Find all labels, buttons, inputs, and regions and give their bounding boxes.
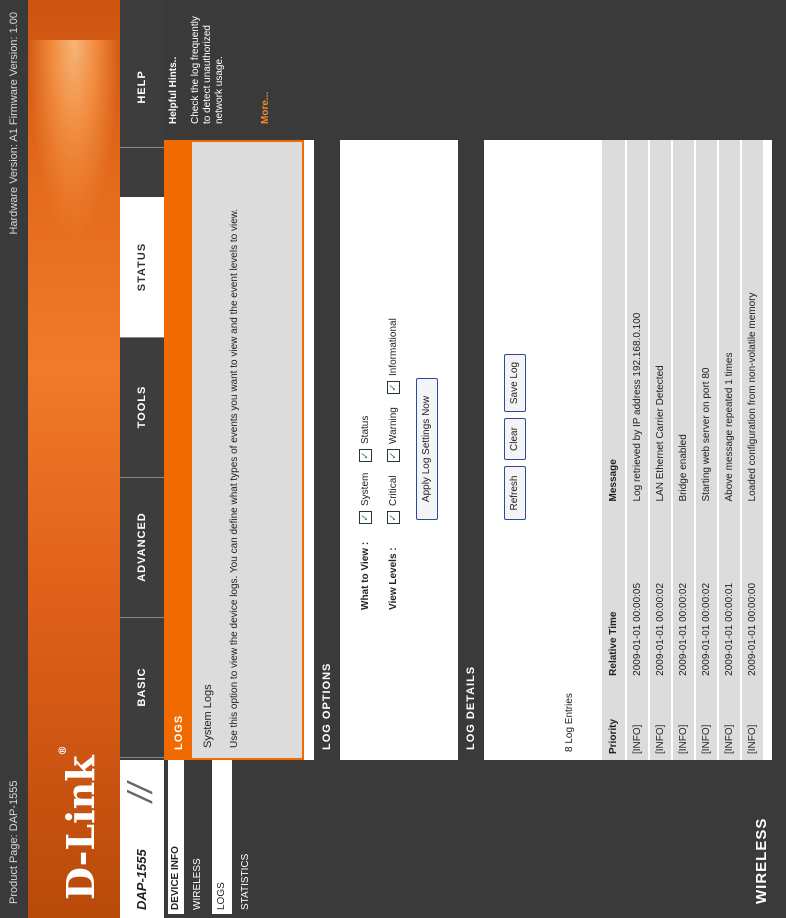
cell-time: 2009-01-01 00:00:00	[741, 507, 763, 682]
column-message: Message	[602, 140, 626, 508]
system-checkbox[interactable]: ✓	[359, 511, 372, 524]
cell-priority: [INFO]	[649, 681, 672, 760]
critical-label: Critical	[388, 475, 399, 506]
wireless-footer-logo: WIRELESS	[753, 817, 770, 904]
table-row: [INFO] 2009-01-01 00:00:00 Loaded configur…	[741, 140, 763, 760]
table-header-row: Priority Relative Time Message	[602, 140, 626, 760]
product-page-link[interactable]: Product Page: DAP-1555	[8, 780, 20, 904]
cell-time: 2009-01-01 00:00:02	[672, 507, 695, 682]
top-bar: Product Page: DAP-1555 Hardware Version:…	[0, 0, 28, 918]
dlink-logo: D-Link®	[58, 745, 103, 900]
helpful-hints-text: Check the log frequently to detect unaut…	[190, 16, 225, 124]
model-badge: DAP-1555//	[120, 760, 164, 918]
log-details-header: LOG DETAILS	[458, 140, 484, 760]
main-content: LOGS System Logs Use this option to view…	[164, 140, 772, 760]
sidebar-item-wireless[interactable]: WIRELESS	[188, 760, 208, 914]
log-table: Priority Relative Time Message [INFO] 200…	[602, 140, 763, 760]
system-label: System	[360, 472, 371, 506]
version-info: Hardware Version: A1 Firmware Version: 1…	[8, 12, 20, 235]
cell-priority: [INFO]	[718, 681, 741, 760]
table-row: [INFO] 2009-01-01 00:00:02 LAN Ethernet Ca…	[649, 140, 672, 760]
warning-label: Warning	[388, 407, 399, 444]
cell-message: Starting web server on port 80	[695, 140, 718, 508]
tab-basic[interactable]: BASIC	[120, 617, 164, 758]
log-options-header: LOG OPTIONS	[314, 140, 340, 760]
informational-checkbox[interactable]: ✓	[387, 381, 400, 394]
sidebar: DEVICE INFO WIRELESS LOGS STATISTICS WIR…	[164, 760, 786, 918]
informational-label: Informational	[388, 318, 399, 376]
rotated-page: Product Page: DAP-1555 Hardware Version:…	[0, 0, 786, 918]
tab-help[interactable]: HELP	[120, 27, 164, 148]
clear-button[interactable]: Clear	[504, 418, 526, 460]
table-row: [INFO] 2009-01-01 00:00:05 Log retrieved b…	[626, 140, 649, 760]
banner-swoosh	[28, 40, 120, 240]
tab-status[interactable]: STATUS	[120, 197, 164, 338]
critical-checkbox[interactable]: ✓	[387, 511, 400, 524]
cell-message: Above message repeated 1 times	[718, 140, 741, 508]
helpful-hints-title: Helpful Hints..	[168, 56, 179, 124]
status-checkbox[interactable]: ✓	[359, 449, 372, 462]
cell-priority: [INFO]	[672, 681, 695, 760]
more-link[interactable]: More...	[260, 92, 271, 124]
cell-priority: [INFO]	[626, 681, 649, 760]
cell-time: 2009-01-01 00:00:02	[695, 507, 718, 682]
refresh-button[interactable]: Refresh	[504, 466, 526, 520]
cell-time: 2009-01-01 00:00:01	[718, 507, 741, 682]
status-label: Status	[360, 415, 371, 444]
page-title: System Logs	[202, 684, 214, 748]
tab-tools[interactable]: TOOLS	[120, 337, 164, 478]
table-row: [INFO] 2009-01-01 00:00:02 Bridge enabled	[672, 140, 695, 760]
column-priority: Priority	[602, 681, 626, 760]
sidebar-item-device-info[interactable]: DEVICE INFO	[168, 760, 184, 914]
cell-message: LAN Ethernet Carrier Detected	[649, 140, 672, 508]
sidebar-item-logs[interactable]: LOGS	[212, 760, 232, 914]
sidebar-item-statistics[interactable]: STATISTICS	[236, 760, 256, 914]
help-panel: Helpful Hints.. Check the log frequently…	[164, 0, 786, 130]
table-row: [INFO] 2009-01-01 00:00:01 Above message r…	[718, 140, 741, 760]
logs-section: LOGS System Logs Use this option to view…	[164, 140, 304, 760]
log-entries-count: 8 Log Entries	[564, 693, 575, 752]
what-to-view-label: What to View :	[360, 541, 371, 610]
warning-checkbox[interactable]: ✓	[387, 449, 400, 462]
column-relative-time: Relative Time	[602, 507, 626, 682]
cell-message: Loaded configuration from non-volatile m…	[741, 140, 763, 508]
cell-time: 2009-01-01 00:00:05	[626, 507, 649, 682]
cell-message: Log retrieved by IP address 192.168.0.10…	[626, 140, 649, 508]
table-row: [INFO] 2009-01-01 00:00:02 Starting web se…	[695, 140, 718, 760]
cell-priority: [INFO]	[695, 681, 718, 760]
logs-header: LOGS	[166, 140, 192, 760]
view-levels-label: View Levels :	[388, 547, 399, 610]
logs-description: Use this option to view the device logs.…	[229, 208, 240, 748]
save-log-button[interactable]: Save Log	[504, 354, 526, 412]
apply-log-settings-button[interactable]: Apply Log Settings Now	[416, 378, 438, 520]
tab-advanced[interactable]: ADVANCED	[120, 477, 164, 618]
cell-priority: [INFO]	[741, 681, 763, 760]
cell-message: Bridge enabled	[672, 140, 695, 508]
cell-time: 2009-01-01 00:00:02	[649, 507, 672, 682]
